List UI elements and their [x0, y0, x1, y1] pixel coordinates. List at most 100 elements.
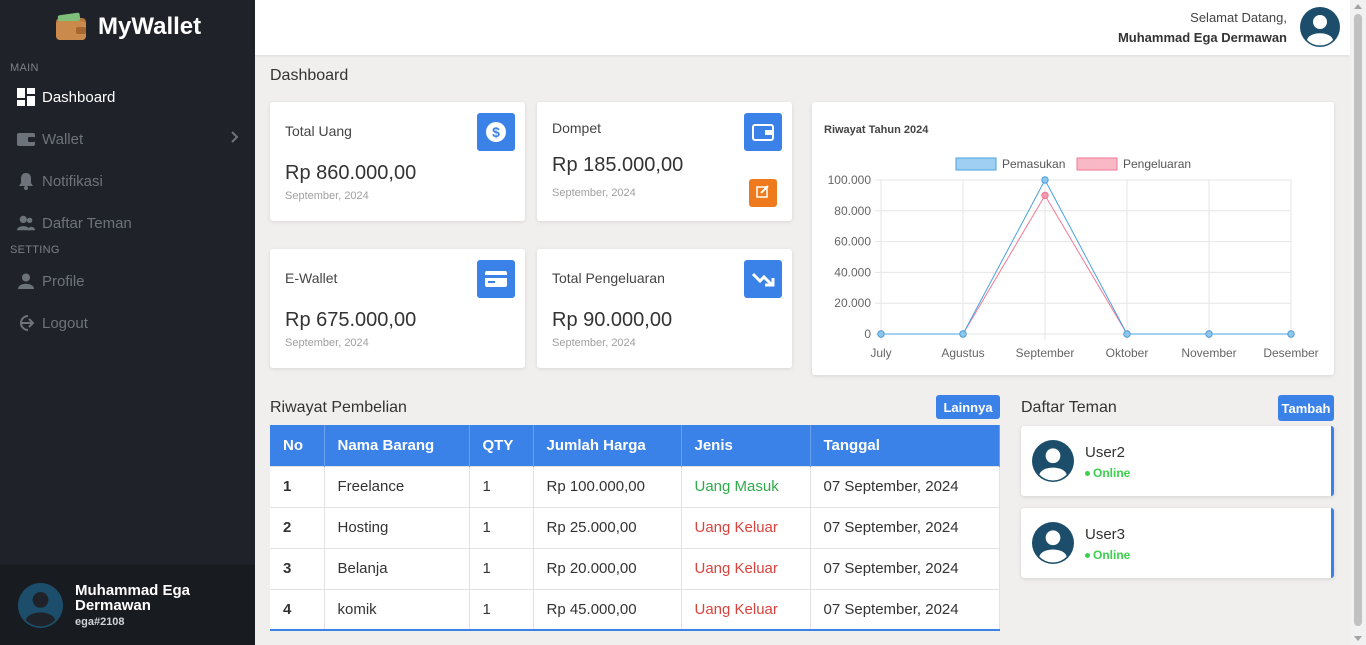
brand[interactable]: MyWallet	[0, 0, 255, 54]
table-row[interactable]: 1 Freelance 1 Rp 100.000,00 Uang Masuk 0…	[270, 465, 1000, 507]
sidebar-item-profile[interactable]: Profile	[0, 260, 255, 302]
friends-title: Daftar Teman	[1021, 399, 1117, 416]
sidebar-item-wallet[interactable]: Wallet	[0, 118, 255, 160]
y-tick-label: 20.000	[834, 296, 871, 310]
y-tick-label: 60.000	[834, 235, 871, 249]
y-tick-label: 80.000	[834, 204, 871, 218]
column-header[interactable]: Jenis	[681, 425, 811, 466]
chart-card: Riwayat Tahun 2024 0 20.000 40.000 60.000 80…	[812, 102, 1334, 375]
users-icon	[17, 214, 35, 232]
sidebar-item-notifikasi[interactable]: Notifikasi	[0, 160, 255, 202]
cell-name: komik	[324, 588, 470, 630]
column-header[interactable]: No	[270, 425, 325, 466]
data-point	[1041, 191, 1049, 200]
user-avatar-icon[interactable]	[1300, 7, 1340, 47]
friend-name: User2	[1085, 444, 1126, 461]
online-dot-icon	[1085, 553, 1090, 559]
dollar-icon: $	[477, 113, 515, 151]
cell-qty: 1	[469, 588, 534, 630]
x-tick-label: September	[1016, 346, 1075, 360]
cell-date: 07 September, 2024	[810, 588, 1000, 630]
greeting-user-name: Muhammad Ega Dermawan	[1117, 30, 1287, 45]
profile-tag: ega#2108	[75, 615, 125, 628]
cell-type: Uang Keluar	[681, 547, 811, 589]
column-header[interactable]: QTY	[469, 425, 534, 466]
avatar-icon	[1032, 522, 1074, 564]
column-header[interactable]: Nama Barang	[324, 425, 470, 466]
cell-no: 1	[270, 465, 325, 507]
card-date: September, 2024	[552, 337, 636, 349]
cell-qty: 1	[469, 465, 534, 507]
sidebar-item-daftar-teman[interactable]: Daftar Teman	[0, 202, 255, 244]
scroll-up-arrow-icon[interactable]	[1354, 4, 1362, 9]
card-total-pengeluaran: Total Pengeluaran Rp 90.000,00 September…	[537, 249, 792, 368]
data-point	[959, 330, 967, 338]
x-tick-label: Desember	[1263, 346, 1318, 360]
friend-card[interactable]: User3 Online	[1021, 508, 1334, 578]
chevron-right-icon	[231, 130, 239, 147]
cell-qty: 1	[469, 506, 534, 548]
card-date: September, 2024	[285, 337, 369, 349]
card-date: September, 2024	[552, 187, 636, 199]
table-header-row: No Nama Barang QTY Jumlah Harga Jenis Ta…	[270, 425, 1000, 466]
y-tick-label: 40.000	[834, 265, 871, 279]
card-dompet: Dompet Rp 185.000,00 September, 2024	[537, 102, 792, 221]
friend-status-label: Online	[1093, 548, 1131, 562]
cell-price: Rp 20.000,00	[533, 547, 682, 589]
wallet-icon	[17, 130, 35, 148]
legend-label: Pemasukan	[1002, 157, 1065, 171]
x-tick-label: November	[1181, 346, 1236, 360]
data-point	[877, 330, 885, 338]
user-icon	[17, 272, 35, 290]
credit-card-icon	[477, 260, 515, 298]
series-line	[881, 178, 1291, 335]
scrollbar[interactable]	[1350, 0, 1366, 645]
scrollbar-thumb[interactable]	[1354, 14, 1362, 626]
sidebar-item-label: Notifikasi	[42, 172, 103, 190]
legend-swatch	[1076, 157, 1118, 171]
table-row[interactable]: 4 komik 1 Rp 45.000,00 Uang Keluar 07 Se…	[270, 588, 1000, 630]
cell-date: 07 September, 2024	[810, 506, 1000, 548]
wallet-icon	[744, 113, 782, 151]
card-label: E-Wallet	[285, 270, 338, 286]
column-header[interactable]: Jumlah Harga	[533, 425, 682, 466]
topbar: Selamat Datang, Muhammad Ega Dermawan	[255, 0, 1350, 55]
sidebar: MyWallet MAIN Dashboard Wallet Notifikas…	[0, 0, 255, 645]
sidebar-profile[interactable]: Muhammad Ega Dermawan ega#2108	[0, 565, 255, 645]
cell-no: 3	[270, 547, 325, 589]
series-line	[881, 194, 1291, 335]
friend-status: Online	[1085, 466, 1130, 480]
column-header[interactable]: Tanggal	[810, 425, 1000, 466]
card-label: Total Uang	[285, 123, 352, 139]
page-title: Dashboard	[270, 67, 349, 84]
cell-no: 4	[270, 588, 325, 630]
sidebar-item-logout[interactable]: Logout	[0, 302, 255, 344]
lainnya-button[interactable]: Lainnya	[936, 395, 1000, 419]
friend-status-label: Online	[1093, 466, 1131, 480]
x-tick-label: July	[870, 346, 891, 360]
cell-type: Uang Keluar	[681, 588, 811, 630]
sidebar-item-label: Daftar Teman	[42, 214, 132, 232]
edit-icon	[756, 184, 770, 203]
card-value: Rp 675.000,00	[285, 309, 417, 331]
line-chart: 0 20.000 40.000 60.000 80.000 100.000 July Agus…	[828, 157, 1319, 360]
sidebar-item-label: Logout	[42, 314, 88, 332]
purchases-title: Riwayat Pembelian	[270, 399, 407, 416]
table-row[interactable]: 3 Belanja 1 Rp 20.000,00 Uang Keluar 07 …	[270, 547, 1000, 589]
card-label: Dompet	[552, 120, 602, 136]
cell-qty: 1	[469, 547, 534, 589]
card-value: Rp 90.000,00	[552, 309, 673, 331]
y-tick-label: 100.000	[828, 173, 872, 187]
svg-text:$: $	[492, 124, 500, 140]
cell-price: Rp 45.000,00	[533, 588, 682, 630]
card-value: Rp 185.000,00	[552, 154, 684, 176]
table-row[interactable]: 2 Hosting 1 Rp 25.000,00 Uang Keluar 07 …	[270, 506, 1000, 548]
data-point	[1287, 330, 1295, 338]
sidebar-item-dashboard[interactable]: Dashboard	[0, 76, 255, 118]
tambah-button[interactable]: Tambah	[1278, 395, 1334, 421]
scroll-down-arrow-icon[interactable]	[1354, 636, 1362, 641]
cell-type: Uang Keluar	[681, 506, 811, 548]
friend-name: User3	[1085, 526, 1126, 543]
edit-button[interactable]	[749, 179, 777, 207]
friend-card[interactable]: User2 Online	[1021, 426, 1334, 496]
